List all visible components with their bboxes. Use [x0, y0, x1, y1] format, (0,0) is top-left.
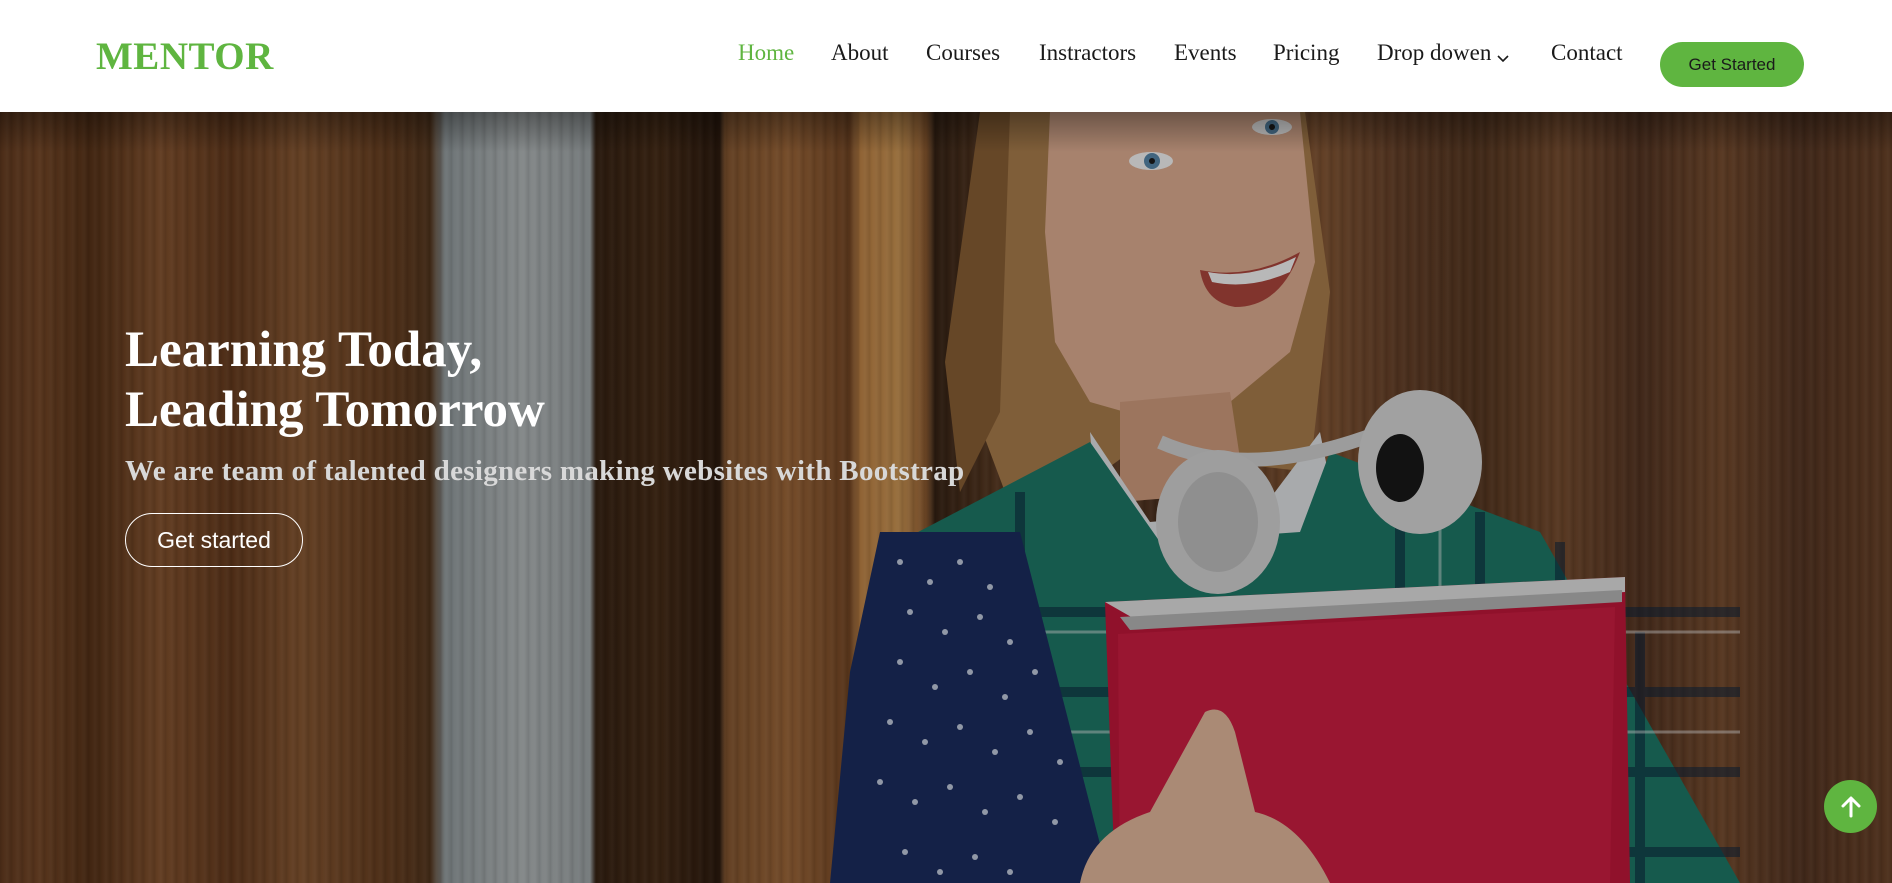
nav-item-about[interactable]: About	[831, 40, 889, 66]
hero-title: Learning Today, Leading Tomorrow	[125, 320, 825, 440]
nav-item-dropdown-label: Drop dowen	[1377, 40, 1492, 65]
site-header: MENTOR Home About Courses Instractors Ev…	[0, 0, 1892, 112]
arrow-up-icon	[1841, 796, 1860, 817]
hero-title-line1: Learning Today,	[125, 322, 483, 378]
hero-get-started-button[interactable]: Get started	[125, 513, 303, 567]
nav-item-pricing[interactable]: Pricing	[1273, 40, 1339, 66]
hero-title-line2: Leading Tomorrow	[125, 382, 545, 438]
nav-item-contact[interactable]: Contact	[1551, 40, 1623, 66]
nav-item-instractors[interactable]: Instractors	[1039, 40, 1136, 66]
nav-item-dropdown[interactable]: Drop dowen	[1377, 40, 1511, 66]
nav-item-events[interactable]: Events	[1174, 40, 1237, 66]
chevron-down-icon	[1495, 46, 1511, 62]
back-to-top-button[interactable]	[1824, 780, 1877, 833]
hero-subtitle: We are team of talented designers making…	[125, 455, 965, 487]
hero-section: Learning Today, Leading Tomorrow We are …	[0, 112, 1892, 883]
get-started-button[interactable]: Get Started	[1660, 42, 1804, 87]
nav-item-courses[interactable]: Courses	[926, 40, 1000, 66]
site-logo[interactable]: MENTOR	[96, 34, 274, 79]
nav-item-home[interactable]: Home	[738, 40, 794, 66]
